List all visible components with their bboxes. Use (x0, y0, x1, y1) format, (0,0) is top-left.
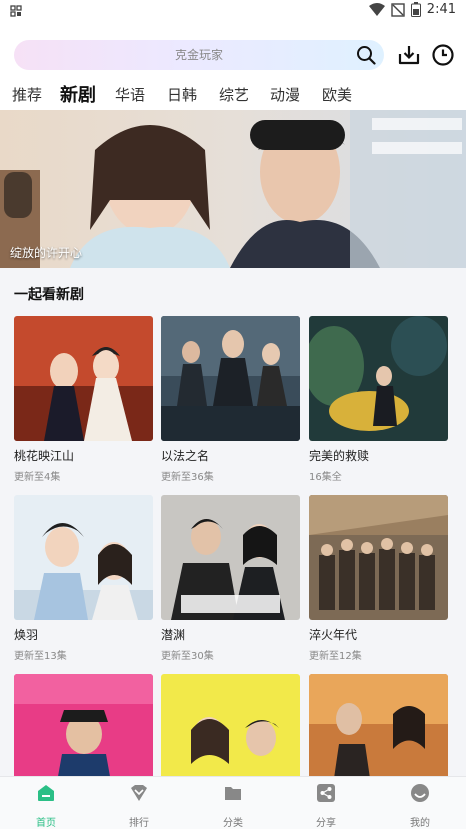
drama-episode-info: 更新至30集 (161, 651, 214, 662)
home-icon (38, 785, 54, 801)
nav-rank[interactable]: 排行 (99, 783, 179, 829)
drama-poster (14, 495, 153, 620)
notification-icon (10, 5, 22, 17)
tab-anime[interactable]: 动漫 (270, 84, 300, 105)
drama-episode-info: 更新至12集 (309, 651, 362, 662)
tab-chinese[interactable]: 华语 (115, 84, 145, 105)
rank-icon (131, 785, 147, 801)
featured-banner[interactable]: 绽放的许开心 (0, 110, 466, 268)
drama-card[interactable]: 桃花映江山 更新至4集 (14, 316, 153, 483)
drama-title: 以法之名 (161, 449, 210, 463)
profile-icon (411, 784, 429, 802)
drama-card[interactable]: 以法之名 更新至36集 (161, 316, 300, 483)
drama-episode-info: 更新至4集 (14, 472, 61, 483)
nav-category[interactable]: 分类 (193, 783, 273, 829)
drama-title: 潜渊 (161, 628, 186, 642)
drama-poster (161, 495, 300, 620)
search-bar[interactable]: 克金玩家 (14, 40, 384, 70)
drama-title: 完美的救赎 (309, 449, 370, 463)
drama-title: 淬火年代 (309, 628, 358, 642)
drama-episode-info: 更新至13集 (14, 651, 67, 662)
search-placeholder: 克金玩家 (174, 48, 223, 62)
nav-share[interactable]: 分享 (286, 783, 366, 829)
tab-recommend[interactable]: 推荐 (12, 84, 42, 105)
nav-home[interactable]: 首页 (6, 783, 86, 829)
status-bar: 2:41 (0, 0, 466, 24)
drama-poster (161, 316, 300, 441)
history-clock-icon[interactable] (431, 43, 455, 67)
drama-episode-info: 更新至36集 (161, 472, 214, 483)
drama-title: 焕羽 (14, 628, 39, 642)
folder-icon (225, 787, 241, 800)
no-signal-icon (391, 2, 405, 17)
tab-jp-kr[interactable]: 日韩 (167, 84, 197, 105)
clock: 2:41 (426, 2, 456, 17)
drama-card[interactable]: 完美的救赎 16集全 (309, 316, 448, 483)
share-icon (317, 784, 335, 802)
drama-card[interactable]: 潜渊 更新至30集 (161, 495, 300, 662)
category-tabs: 推荐 新剧 华语 日韩 综艺 动漫 欧美 (0, 78, 466, 115)
drama-episode-info: 16集全 (309, 472, 342, 483)
tab-variety[interactable]: 综艺 (219, 84, 249, 105)
drama-title: 桃花映江山 (14, 449, 75, 463)
wifi-icon (368, 2, 385, 16)
drama-poster (309, 316, 448, 441)
battery-icon (410, 2, 421, 17)
drama-card[interactable]: 淬火年代 更新至12集 (309, 495, 448, 662)
bottom-nav: 首页 排行 分类 分享 我的 (0, 776, 466, 829)
tab-new-drama[interactable]: 新剧 (60, 81, 96, 115)
section-title: 一起看新剧 (14, 287, 84, 303)
banner-caption: 绽放的许开心 (10, 246, 83, 260)
search-icon[interactable] (356, 45, 376, 65)
drama-poster (14, 316, 153, 441)
tab-western[interactable]: 欧美 (322, 84, 352, 105)
drama-poster (309, 495, 448, 620)
drama-card[interactable]: 焕羽 更新至13集 (14, 495, 153, 662)
nav-profile[interactable]: 我的 (380, 783, 460, 829)
download-icon[interactable] (397, 43, 421, 67)
